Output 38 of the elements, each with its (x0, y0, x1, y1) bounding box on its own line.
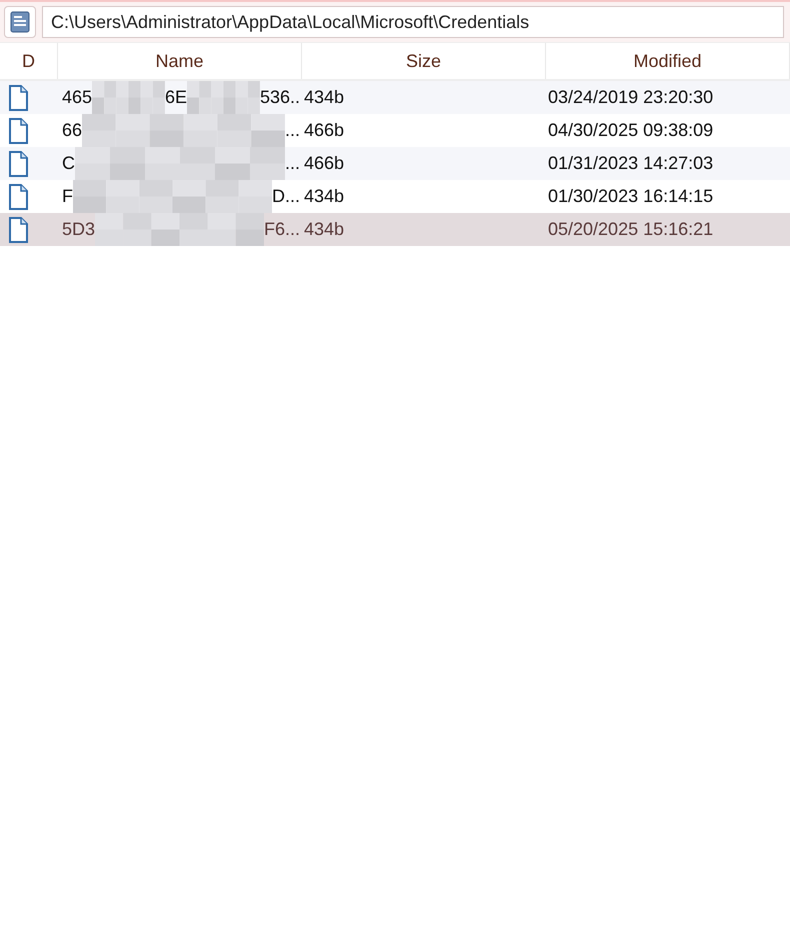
modified-date: 03/24/2019 23:20:30 (548, 87, 714, 108)
path-field[interactable]: C:\Users\Administrator\AppData\Local\Microsoft\Credentials (42, 6, 784, 38)
column-header[interactable]: Size (302, 43, 546, 79)
file-name: F6... (264, 219, 300, 240)
document-icon (10, 11, 30, 33)
file-name: ... (284, 120, 300, 141)
file-name: ... (284, 153, 300, 174)
file-size: 466b (304, 120, 344, 141)
file-size: 466b (304, 153, 344, 174)
file-icon (8, 84, 28, 110)
file-size: 434b (304, 219, 344, 240)
file-icon (8, 118, 28, 144)
file-icon (8, 216, 28, 242)
table-row[interactable]: 465 6E 536.. 434b 03/24/2019 23:20:30 (0, 81, 790, 114)
modified-date: 01/31/2023 14:27:03 (548, 153, 714, 174)
column-header[interactable]: Modified (546, 43, 790, 79)
file-icon (8, 184, 28, 210)
file-size: 434b (304, 186, 344, 207)
file-name: 6E (164, 87, 188, 108)
document-button[interactable] (4, 6, 36, 38)
modified-date: 05/20/2025 15:16:21 (548, 219, 714, 240)
file-name: 536.. (260, 87, 300, 108)
file-name: F (62, 186, 73, 207)
modified-date: 01/30/2023 16:14:15 (548, 186, 714, 207)
file-icon (8, 150, 28, 176)
file-size: 434b (304, 87, 344, 108)
table-row[interactable]: C ... 466b 01/31/2023 14:27:03 (0, 147, 790, 180)
modified-date: 04/30/2025 09:38:09 (548, 120, 714, 141)
table-row[interactable]: 5D3 F6... 434b 05/20/2025 15:16:21 (0, 213, 790, 246)
file-name: C (62, 153, 75, 174)
column-header[interactable]: Name (58, 43, 302, 79)
table-row[interactable]: 66 ... 466b 04/30/2025 09:38:09 (0, 114, 790, 147)
file-name: 66 (62, 120, 82, 141)
column-header[interactable]: D (0, 43, 58, 79)
file-name: 465 (62, 87, 92, 108)
file-name: 5D3 (62, 219, 96, 240)
file-name: D... (272, 186, 300, 207)
table-row[interactable]: F D... 434b 01/30/2023 16:14:15 (0, 180, 790, 213)
